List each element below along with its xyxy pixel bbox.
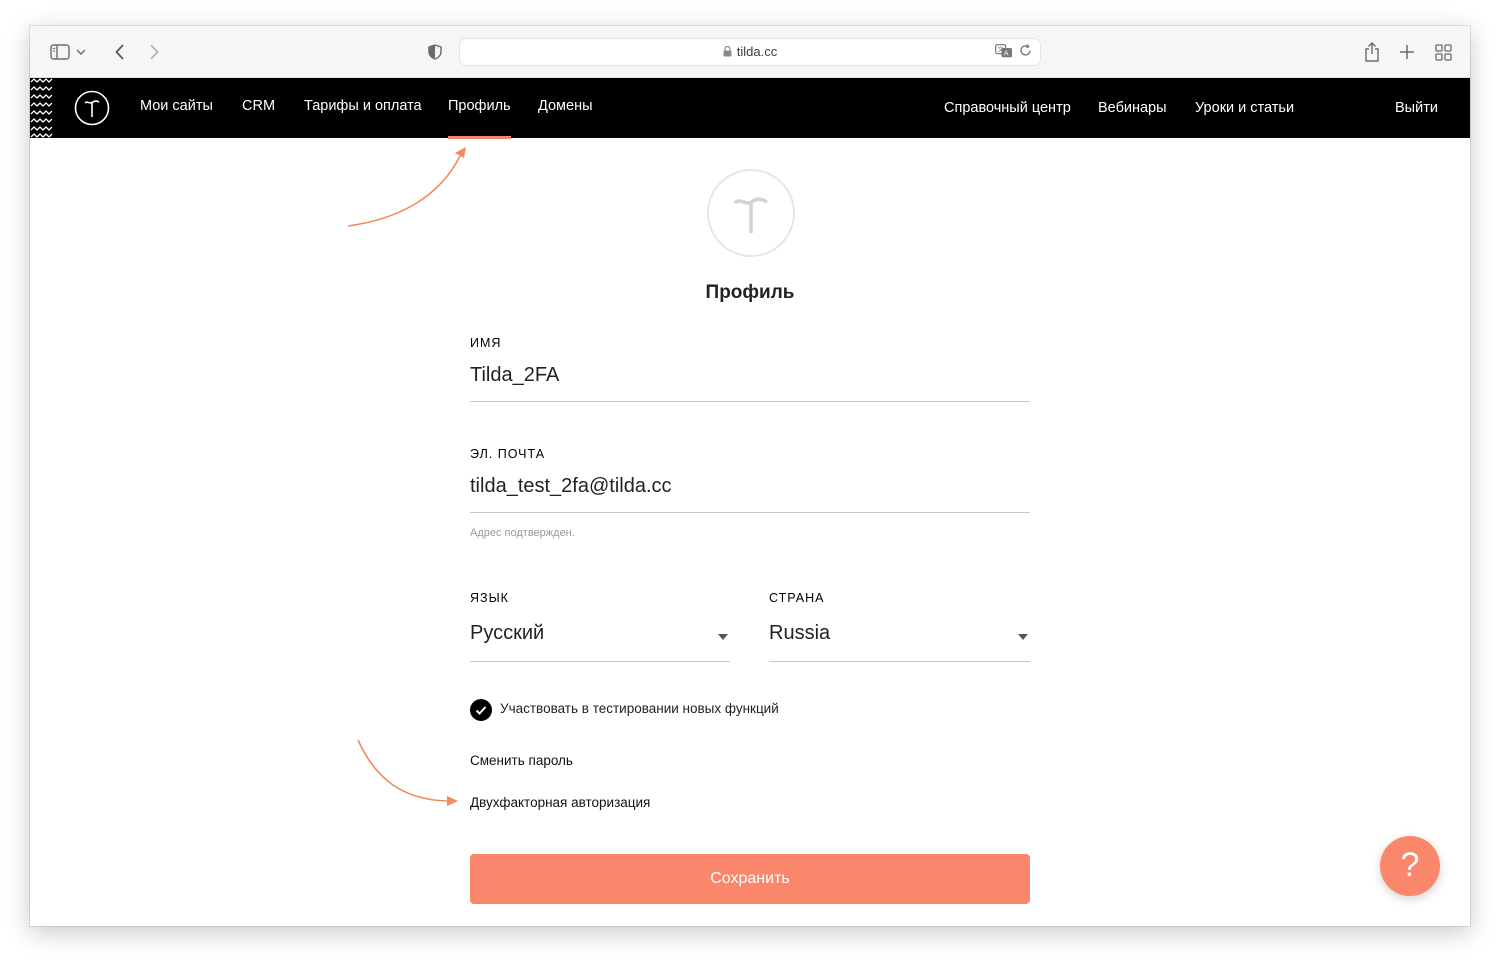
page-title: Профиль: [705, 282, 795, 303]
arrow-head-icon: [455, 147, 466, 158]
lock-icon: [723, 45, 732, 60]
svg-text:文: 文: [998, 46, 1004, 54]
nav-item-profile[interactable]: Профиль: [448, 98, 511, 139]
email-label: ЭЛ. ПОЧТА: [470, 447, 546, 461]
logout-link[interactable]: Выйти: [1395, 100, 1438, 116]
url-text: tilda.cc: [736, 44, 778, 59]
tilda-logo-icon[interactable]: [74, 90, 110, 126]
forward-icon[interactable]: [142, 40, 166, 64]
shield-icon[interactable]: [423, 40, 447, 64]
translate-icon[interactable]: A文: [995, 44, 1013, 63]
language-label: ЯЗЫК: [470, 591, 509, 605]
country-select[interactable]: Russia: [769, 622, 1030, 662]
browser-toolbar: tilda.cc A文: [30, 26, 1470, 78]
arrow-to-two-factor: [357, 739, 449, 802]
email-verified-hint: Адрес подтвержден.: [470, 527, 575, 539]
nav-item-crm[interactable]: CRM: [242, 98, 275, 114]
country-value: Russia: [769, 622, 831, 644]
caret-down-icon: [718, 634, 728, 640]
nav-item-domains[interactable]: Домены: [538, 98, 593, 114]
nav-item-help-center[interactable]: Справочный центр: [944, 100, 1071, 116]
checkmark-icon: [475, 706, 487, 715]
arrow-head-icon: [447, 796, 458, 806]
svg-text:A: A: [1004, 50, 1009, 58]
url-display: tilda.cc: [460, 44, 1040, 60]
site-nav: Мои сайты CRM Тарифы и оплата Профиль До…: [30, 78, 1470, 139]
nav-item-my-sites[interactable]: Мои сайты: [140, 98, 213, 114]
save-button[interactable]: Сохранить: [470, 854, 1030, 904]
email-input[interactable]: [470, 472, 1030, 513]
beta-checkbox-label[interactable]: Участвовать в тестировании новых функций: [500, 701, 779, 716]
nav-item-lessons[interactable]: Уроки и статьи: [1195, 100, 1294, 116]
tabs-grid-icon[interactable]: [1431, 40, 1455, 64]
arrow-to-profile-tab: [347, 155, 461, 227]
change-password-link[interactable]: Сменить пароль: [470, 753, 573, 768]
address-bar[interactable]: tilda.cc A文: [459, 38, 1041, 66]
help-button[interactable]: ?: [1380, 836, 1440, 896]
language-value: Русский: [470, 622, 545, 644]
back-icon[interactable]: [108, 40, 132, 64]
beta-checkbox[interactable]: [470, 699, 492, 721]
plus-icon[interactable]: [1395, 40, 1419, 64]
nav-item-tariffs[interactable]: Тарифы и оплата: [304, 98, 422, 114]
tilda-avatar-icon: [733, 197, 768, 233]
share-icon[interactable]: [1360, 40, 1384, 64]
name-label: ИМЯ: [470, 336, 502, 350]
country-label: СТРАНА: [769, 591, 825, 605]
two-factor-auth-link[interactable]: Двухфакторная авторизация: [470, 795, 650, 810]
sidebar-icon[interactable]: [48, 40, 72, 64]
nav-item-webinars[interactable]: Вебинары: [1098, 100, 1167, 116]
browser-window: tilda.cc A文 Мои сайты CRM Тарифы и оплат…: [30, 26, 1470, 926]
reload-icon[interactable]: [1019, 44, 1032, 63]
chevron-down-icon[interactable]: [74, 40, 88, 64]
language-select[interactable]: Русский: [470, 622, 730, 662]
caret-down-icon: [1018, 634, 1028, 640]
name-input[interactable]: [470, 361, 1030, 402]
avatar[interactable]: [707, 169, 795, 257]
wave-pattern-icon: [30, 78, 53, 138]
